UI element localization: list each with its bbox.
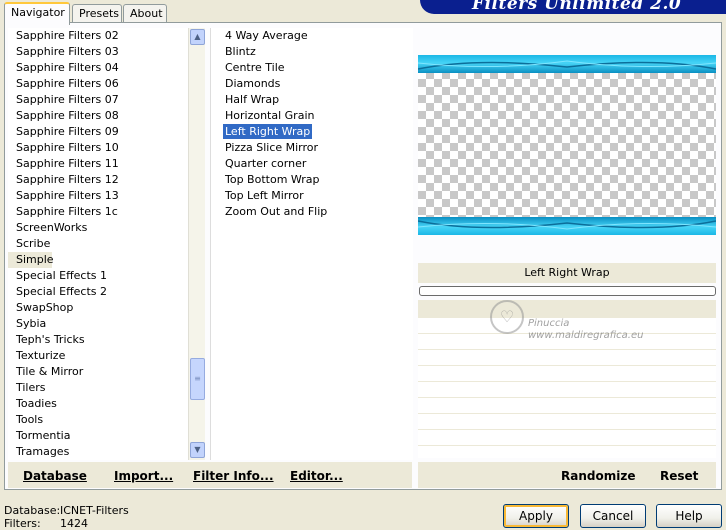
parameter-row	[418, 350, 716, 366]
filter-item[interactable]: Top Bottom Wrap	[211, 172, 413, 188]
category-item[interactable]: Texturize	[8, 348, 188, 364]
watermark-name: Pinuccia	[528, 318, 570, 329]
filter-item-label: Top Left Mirror	[225, 189, 304, 202]
category-item[interactable]: Tools	[8, 412, 188, 428]
filter-item-label: 4 Way Average	[225, 29, 308, 42]
filter-item[interactable]: Diamonds	[211, 76, 413, 92]
parameter-row	[418, 398, 716, 414]
scroll-down-button[interactable]: ▼	[190, 442, 205, 458]
category-item[interactable]: Sapphire Filters 08	[8, 108, 188, 124]
filter-item-label: Pizza Slice Mirror	[225, 141, 319, 154]
filter-item[interactable]: Pizza Slice Mirror	[211, 140, 413, 156]
tab-about[interactable]: About	[123, 4, 167, 24]
help-button[interactable]: Help	[656, 504, 722, 528]
filters-count: 1424	[60, 517, 88, 530]
preview-band-top	[418, 55, 716, 73]
tab-navigator[interactable]: Navigator	[4, 2, 70, 25]
category-item[interactable]: ScreenWorks	[8, 220, 188, 236]
filter-item[interactable]: Blintz	[211, 44, 413, 60]
filter-item[interactable]: Half Wrap	[211, 92, 413, 108]
scroll-thumb[interactable]: ≡	[190, 358, 205, 400]
database-label: Database:	[4, 504, 61, 517]
filter-item-label: Half Wrap	[225, 93, 280, 106]
status-info: Database:ICNET-Filters Filters: 1424	[4, 504, 129, 530]
category-item[interactable]: Sapphire Filters 07	[8, 92, 188, 108]
category-item[interactable]: Tormentia	[8, 428, 188, 444]
reset-button[interactable]: Reset	[660, 469, 698, 483]
right-action-bar: Randomize Reset	[418, 462, 716, 488]
category-item[interactable]: Tilers	[8, 380, 188, 396]
tab-presets[interactable]: Presets	[72, 4, 122, 24]
category-item[interactable]: Teph's Tricks	[8, 332, 188, 348]
filter-item-label: Quarter corner	[225, 157, 307, 170]
category-item[interactable]: Tile & Mirror	[8, 364, 188, 380]
watermark-url: www.maldiregrafica.eu	[528, 330, 644, 341]
filter-item-label: Diamonds	[225, 77, 281, 90]
filter-item[interactable]: Centre Tile	[211, 60, 413, 76]
category-list[interactable]: Sapphire Filters 02 Sapphire Filters 03 Sa…	[8, 28, 188, 460]
filter-item-label: Centre Tile	[225, 61, 285, 74]
brand-title: Filters Unlimited 2.0	[472, 0, 682, 14]
filter-item-label: Top Bottom Wrap	[225, 173, 320, 186]
database-value: ICNET-Filters	[60, 504, 129, 517]
filter-item-label: Zoom Out and Flip	[225, 205, 328, 218]
category-item[interactable]: Sapphire Filters 1c	[8, 204, 188, 220]
preview-image	[418, 55, 716, 235]
category-item[interactable]: Sapphire Filters 13	[8, 188, 188, 204]
import-button[interactable]: Import...	[114, 469, 173, 483]
filter-item-label: Horizontal Grain	[225, 109, 315, 122]
category-item[interactable]: Sapphire Filters 09	[8, 124, 188, 140]
watermark-heart-icon: ♡	[490, 300, 524, 334]
category-item[interactable]: Sapphire Filters 12	[8, 172, 188, 188]
category-item[interactable]: Scribe	[8, 236, 188, 252]
filter-list[interactable]: 4 Way Average Blintz Centre Tile Diamonds Ha…	[210, 28, 413, 460]
filter-item[interactable]: Zoom Out and Flip	[211, 204, 413, 220]
category-item[interactable]: Tramages	[8, 444, 188, 460]
filters-label: Filters:	[4, 517, 41, 530]
category-item[interactable]: SwapShop	[8, 300, 188, 316]
preview-band-bottom	[418, 217, 716, 235]
filter-item[interactable]: Horizontal Grain	[211, 108, 413, 124]
transparency-checkerboard	[418, 55, 716, 235]
parameter-row	[418, 414, 716, 430]
category-item[interactable]: Sybia	[8, 316, 188, 332]
filter-item[interactable]: Quarter corner	[211, 156, 413, 172]
parameter-row	[418, 366, 716, 382]
category-item[interactable]: Sapphire Filters 06	[8, 76, 188, 92]
category-item[interactable]: Special Effects 2	[8, 284, 188, 300]
category-item[interactable]: Special Effects 1	[8, 268, 188, 284]
editor-button[interactable]: Editor...	[290, 469, 343, 483]
database-button[interactable]: Database	[23, 469, 87, 483]
category-item[interactable]: Sapphire Filters 11	[8, 156, 188, 172]
category-item[interactable]: Toadies	[8, 396, 188, 412]
category-scrollbar[interactable]: ▲ ≡ ▼	[188, 28, 205, 460]
current-filter-name: Left Right Wrap	[418, 263, 716, 283]
apply-button[interactable]: Apply	[503, 504, 569, 528]
category-item[interactable]: Sapphire Filters 10	[8, 140, 188, 156]
scroll-up-button[interactable]: ▲	[190, 29, 205, 45]
left-action-bar: Database Import... Filter Info... Editor…	[8, 462, 412, 488]
filter-item-label: Left Right Wrap	[223, 124, 313, 139]
filter-item-label: Blintz	[225, 45, 256, 58]
category-item[interactable]: Simple	[8, 252, 54, 268]
category-item[interactable]: Sapphire Filters 04	[8, 60, 188, 76]
parameter-row	[418, 382, 716, 398]
cancel-button[interactable]: Cancel	[580, 504, 646, 528]
parameter-row	[418, 300, 716, 318]
parameter-row	[418, 430, 716, 446]
progress-bar	[419, 286, 716, 296]
filter-item[interactable]: Left Right Wrap	[211, 124, 413, 140]
randomize-button[interactable]: Randomize	[561, 469, 635, 483]
category-item[interactable]: Sapphire Filters 02	[8, 28, 188, 44]
filter-item[interactable]: Top Left Mirror	[211, 188, 413, 204]
category-item[interactable]: Sapphire Filters 03	[8, 44, 188, 60]
filter-info-button[interactable]: Filter Info...	[193, 469, 274, 483]
brand-banner: Filters Unlimited 2.0	[420, 0, 726, 14]
filter-item[interactable]: 4 Way Average	[211, 28, 413, 44]
